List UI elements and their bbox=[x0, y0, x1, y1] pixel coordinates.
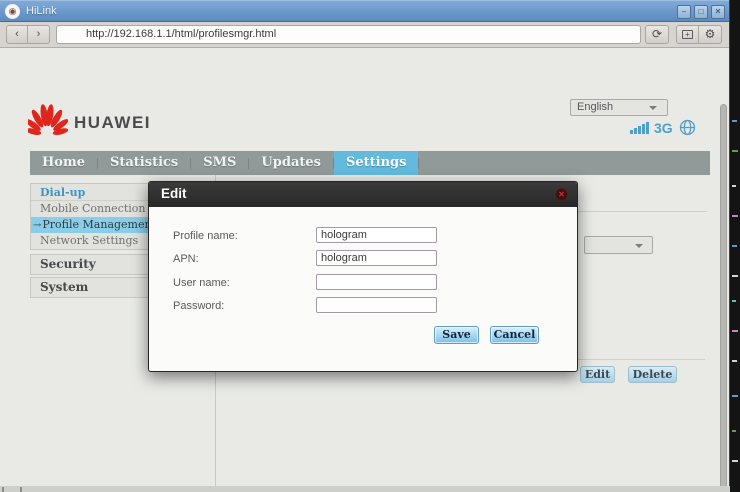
history-buttons: ‹ › bbox=[6, 25, 50, 44]
sidebar-item-label: Profile Management bbox=[42, 218, 156, 231]
signal-bars-icon bbox=[630, 122, 649, 136]
save-button[interactable]: Save bbox=[434, 326, 479, 344]
nav-item-home[interactable]: Home bbox=[30, 151, 97, 175]
maximize-button[interactable]: □ bbox=[694, 5, 708, 19]
profile-name-field[interactable] bbox=[316, 227, 437, 243]
sidebar-group-label: Dial-up bbox=[40, 186, 86, 199]
window-titlebar[interactable]: ◉ HiLink – □ ✕ bbox=[0, 0, 729, 22]
nav-item-sms[interactable]: SMS bbox=[191, 151, 248, 175]
cancel-button[interactable]: Cancel bbox=[490, 326, 539, 344]
menu-button[interactable]: ⚙ bbox=[699, 25, 722, 44]
apn-field[interactable] bbox=[316, 250, 437, 266]
edit-dialog: Edit ✕ Profile name: APN: User name: Pas… bbox=[148, 181, 578, 372]
dialog-close-icon[interactable]: ✕ bbox=[555, 188, 568, 201]
background-terminal-window bbox=[730, 0, 740, 492]
bookmark-add-icon: + bbox=[682, 30, 693, 39]
window-title: HiLink bbox=[26, 5, 57, 17]
window-controls: – □ ✕ bbox=[677, 5, 725, 19]
main-nav: Home Statistics SMS Updates Settings bbox=[30, 151, 710, 175]
language-select[interactable]: English bbox=[570, 99, 668, 116]
dialog-title: Edit bbox=[161, 186, 187, 201]
connection-status: 3G bbox=[630, 119, 696, 136]
profile-name-label: Profile name: bbox=[173, 230, 238, 242]
close-button[interactable]: ✕ bbox=[711, 5, 725, 19]
user-name-field[interactable] bbox=[316, 274, 437, 290]
nav-item-statistics[interactable]: Statistics bbox=[98, 151, 190, 175]
forward-button[interactable]: › bbox=[28, 25, 50, 44]
hilink-app-icon: ◉ bbox=[5, 3, 20, 19]
chevron-down-icon bbox=[649, 106, 657, 110]
url-bar[interactable]: http://192.168.1.1/html/profilesmgr.html bbox=[56, 25, 641, 44]
profile-select[interactable] bbox=[584, 236, 653, 254]
nav-separator bbox=[418, 157, 420, 169]
desktop: ◉ HiLink – □ ✕ ‹ › http://192.168.1.1/ht… bbox=[0, 0, 740, 492]
delete-button[interactable]: Delete bbox=[628, 366, 677, 383]
password-label: Password: bbox=[173, 300, 225, 312]
gear-icon: ⚙ bbox=[704, 27, 716, 41]
huawei-logo-icon bbox=[28, 104, 68, 135]
language-select-value: English bbox=[577, 101, 614, 113]
edge-mark bbox=[20, 487, 22, 492]
edit-dialog-header[interactable]: Edit ✕ bbox=[149, 182, 577, 207]
password-field[interactable] bbox=[316, 297, 437, 313]
network-type-badge: 3G bbox=[654, 120, 673, 136]
brand-name: HUAWEI bbox=[74, 113, 151, 132]
user-name-label: User name: bbox=[173, 277, 230, 289]
chevron-down-icon bbox=[635, 244, 643, 248]
nav-item-settings[interactable]: Settings bbox=[333, 151, 419, 175]
globe-icon bbox=[679, 119, 695, 136]
bookmark-add-button[interactable]: + bbox=[676, 25, 699, 44]
minimize-button[interactable]: – bbox=[677, 5, 691, 19]
selected-arrow-icon: → bbox=[33, 220, 42, 231]
back-button[interactable]: ‹ bbox=[6, 25, 28, 44]
nav-item-updates[interactable]: Updates bbox=[249, 151, 333, 175]
scrollbar-thumb[interactable] bbox=[720, 104, 727, 486]
reload-button[interactable]: ⟳ bbox=[645, 25, 669, 44]
browser-toolbar: ‹ › http://192.168.1.1/html/profilesmgr.… bbox=[0, 22, 729, 48]
desktop-edge bbox=[0, 487, 730, 492]
url-text: http://192.168.1.1/html/profilesmgr.html bbox=[86, 28, 277, 40]
apn-label: APN: bbox=[173, 253, 199, 265]
edge-mark bbox=[2, 487, 4, 492]
edit-button[interactable]: Edit bbox=[580, 366, 615, 383]
browser-tools: + ⚙ bbox=[676, 25, 722, 44]
